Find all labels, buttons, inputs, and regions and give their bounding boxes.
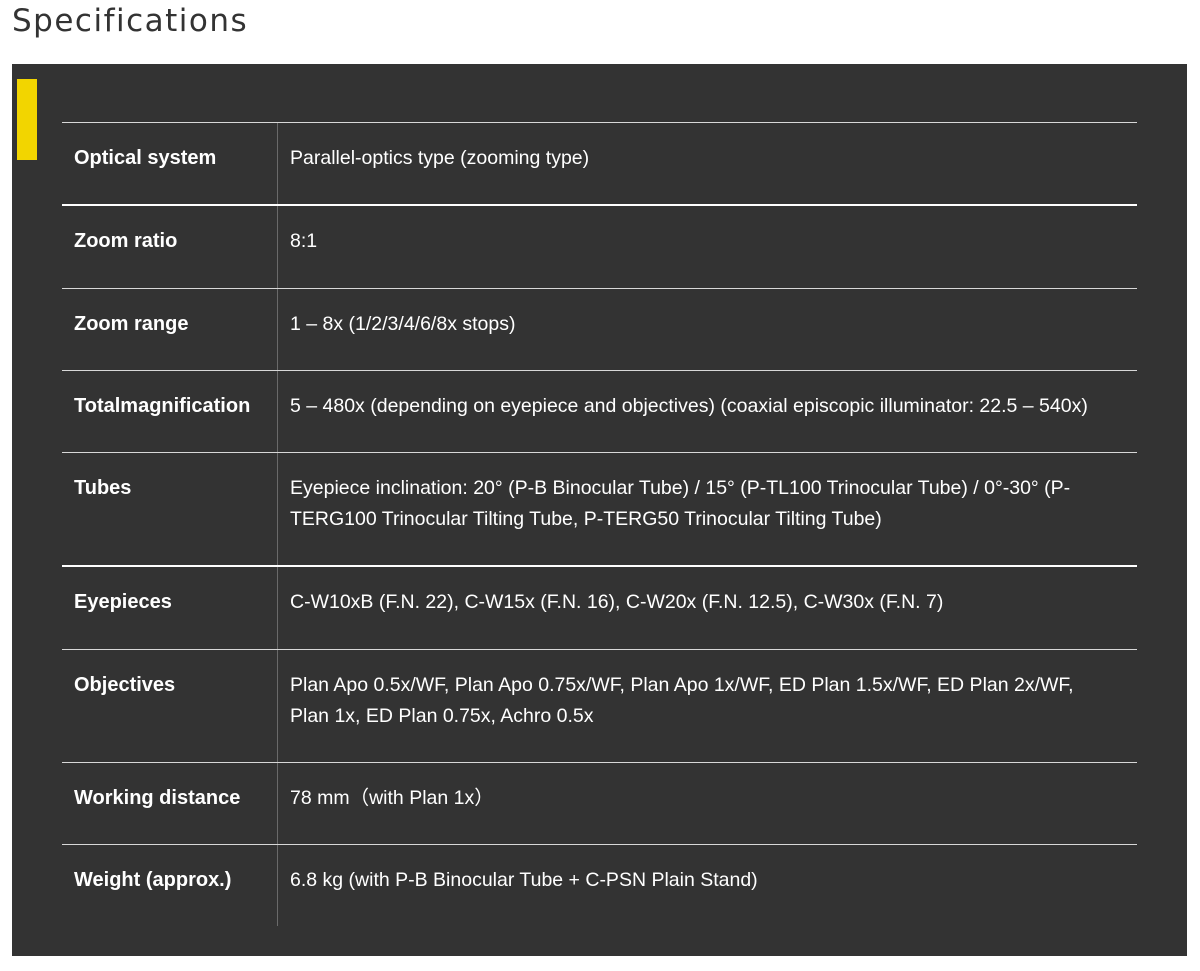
spec-value: Eyepiece inclination: 20° (P-B Binocular… xyxy=(290,477,1071,530)
spec-row-optical-system: Optical system Parallel-optics type (zoo… xyxy=(62,123,1137,206)
spec-label: Zoom ratio xyxy=(62,206,278,288)
spec-label: Totalmagnification xyxy=(62,371,278,452)
spec-row-working-distance: Working distance 78 mm（with Plan 1x） xyxy=(62,763,1137,845)
spec-row-tubes: Tubes Eyepiece inclination: 20° (P-B Bin… xyxy=(62,453,1137,567)
spec-row-zoom-ratio: Zoom ratio 8:1 xyxy=(62,206,1137,289)
spec-row-zoom-range: Zoom range 1 – 8x (1/2/3/4/6/8x stops) xyxy=(62,289,1137,371)
spec-row-weight: Weight (approx.) 6.8 kg (with P-B Binocu… xyxy=(62,845,1137,926)
page-title: Specifications xyxy=(12,3,249,39)
spec-label: Weight (approx.) xyxy=(62,845,278,926)
spec-label: Eyepieces xyxy=(62,567,278,649)
spec-label: Objectives xyxy=(62,650,278,762)
spec-label: Zoom range xyxy=(62,289,278,370)
spec-label: Tubes xyxy=(62,453,278,565)
spec-row-total-magnification: Totalmagnification 5 – 480x (depending o… xyxy=(62,371,1137,453)
spec-value: 5 – 480x (depending on eyepiece and obje… xyxy=(290,395,1088,417)
spec-value: 1 – 8x (1/2/3/4/6/8x stops) xyxy=(290,313,516,335)
spec-value: Parallel-optics type (zooming type) xyxy=(290,147,590,169)
spec-value: 6.8 kg (with P-B Binocular Tube + C-PSN … xyxy=(290,869,758,891)
spec-label: Working distance xyxy=(62,763,278,844)
spec-table: Optical system Parallel-optics type (zoo… xyxy=(62,122,1137,926)
specifications-panel: Optical system Parallel-optics type (zoo… xyxy=(12,64,1187,956)
spec-row-eyepieces: Eyepieces C-W10xB (F.N. 22), C-W15x (F.N… xyxy=(62,567,1137,650)
spec-value: 78 mm（with Plan 1x） xyxy=(290,787,494,809)
spec-value: C-W10xB (F.N. 22), C-W15x (F.N. 16), C-W… xyxy=(290,591,944,613)
spec-value: Plan Apo 0.5x/WF, Plan Apo 0.75x/WF, Pla… xyxy=(290,674,1074,727)
accent-bar xyxy=(17,79,37,160)
spec-label: Optical system xyxy=(62,123,278,204)
spec-row-objectives: Objectives Plan Apo 0.5x/WF, Plan Apo 0.… xyxy=(62,650,1137,763)
spec-value: 8:1 xyxy=(290,230,318,252)
